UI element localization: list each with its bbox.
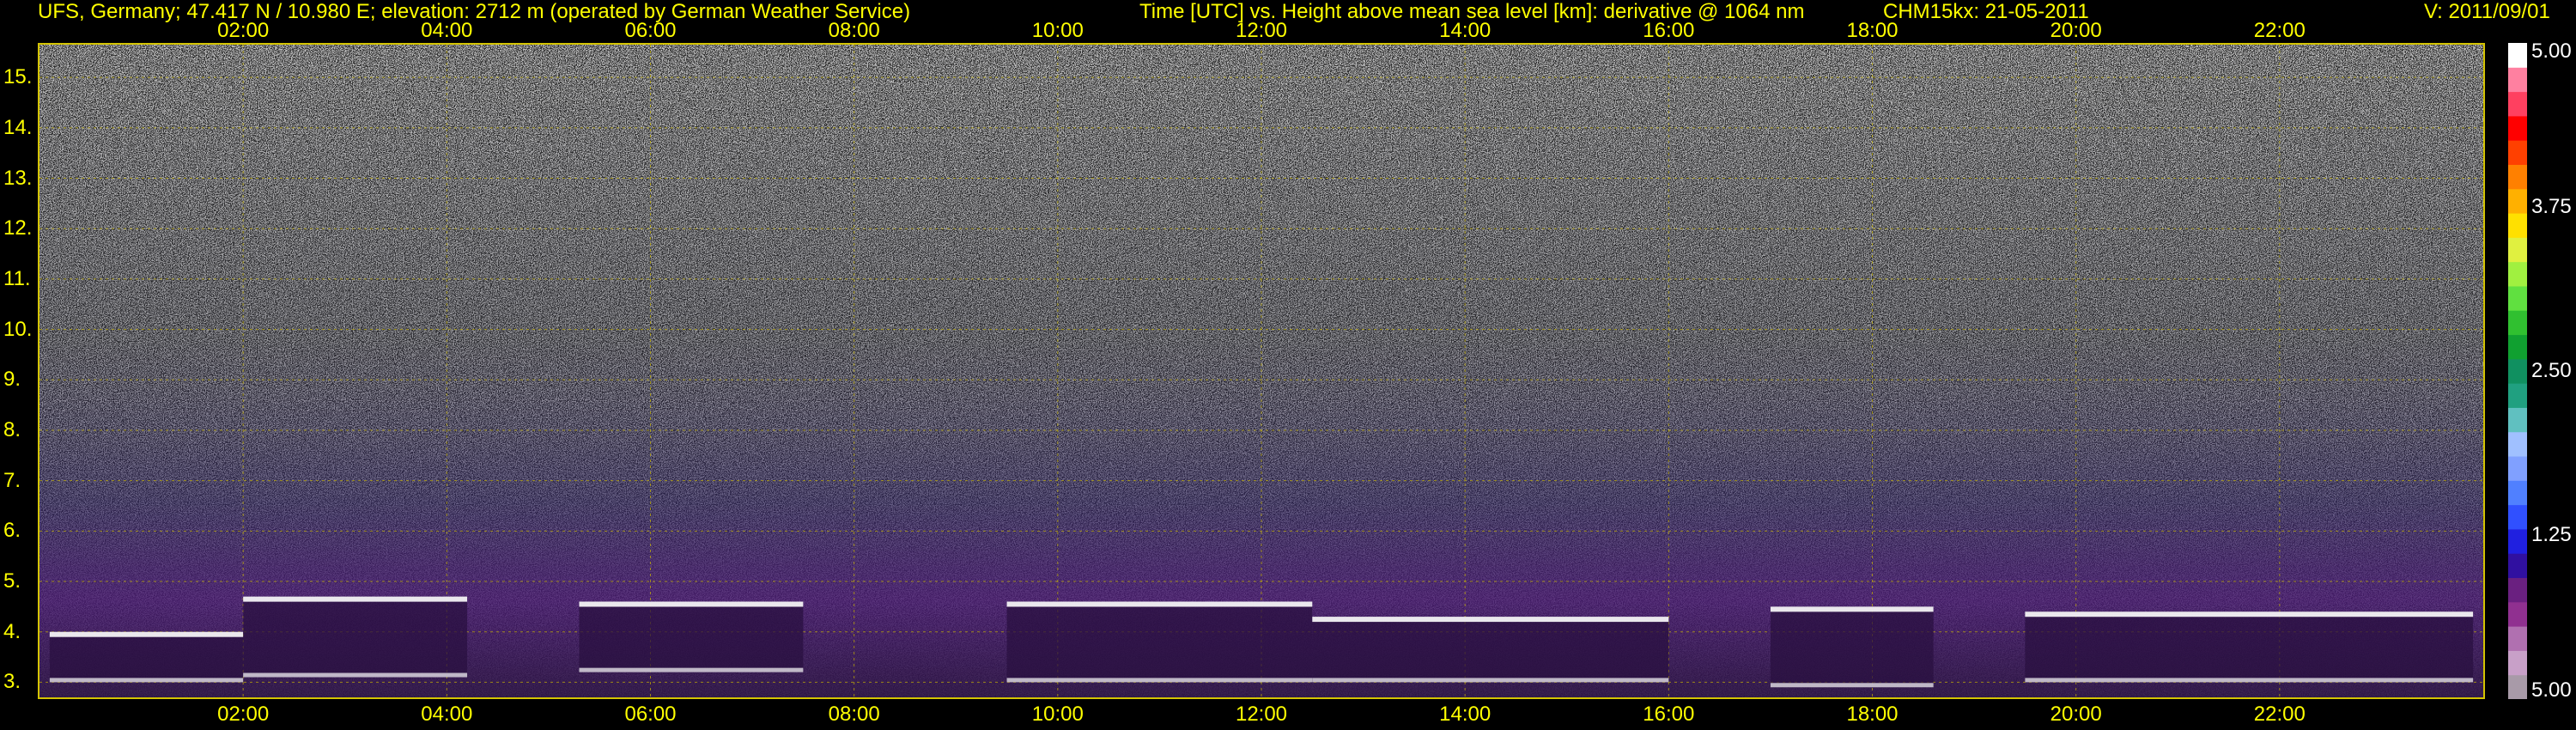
cloud-base-edge [1770,683,1934,688]
colorbar-segment [2508,140,2527,165]
x-tick-label-bottom: 02:00 [217,703,270,726]
cloud-top-edge [49,631,244,637]
x-tick-label-top: 10:00 [1031,19,1084,42]
cloud-layer [243,596,468,678]
y-tick-label: 8. [3,417,21,441]
colorbar-segment [2508,358,2527,384]
y-tick-label: 12. [3,216,33,240]
cloud-top-edge [243,596,468,602]
y-tick-label: 5. [3,569,21,593]
cloud-top-edge [1006,601,1313,607]
y-tick-label: 9. [3,368,21,392]
x-tick-label-top: 04:00 [421,19,473,42]
colorbar-segment [2508,601,2527,627]
colorbar-segment [2508,67,2527,93]
x-tick-label-top: 16:00 [1643,19,1695,42]
station-info: UFS, Germany; 47.417 N / 10.980 E; eleva… [38,0,911,23]
backscatter-plot [38,43,2485,699]
colorbar-segment [2508,115,2527,141]
colorbar-segment [2508,334,2527,360]
colorbar-segment [2508,504,2527,530]
version-label: V: 2011/09/01 [2424,0,2550,23]
colorbar-segment [2508,674,2527,699]
x-tick-label-top: 06:00 [624,19,677,42]
cloud-top-edge [2025,611,2474,617]
y-tick-label: 13. [3,166,33,190]
x-tick-label-bottom: 12:00 [1235,703,1288,726]
x-tick-label-top: 02:00 [217,19,270,42]
y-tick-label: 7. [3,468,21,492]
colorbar-segment [2508,188,2527,214]
cloud-base-edge [1312,678,1669,683]
colorbar [2508,43,2527,699]
colorbar-segment [2508,407,2527,433]
colorbar-label: 1.25 [2531,523,2572,546]
colorbar-segment [2508,237,2527,263]
x-tick-label-top: 20:00 [2050,19,2102,42]
y-tick-label: 14. [3,115,33,139]
colorbar-segment [2508,577,2527,603]
colorbar-segment [2508,91,2527,117]
cloud-layer [2025,611,2474,683]
x-tick-label-bottom: 16:00 [1643,703,1695,726]
y-tick-label: 15. [3,65,33,89]
cloud-base-edge [579,667,804,672]
cloud-layer [1312,617,1669,683]
colorbar-segment [2508,456,2527,481]
x-tick-label-bottom: 14:00 [1439,703,1492,726]
colorbar-segment [2508,431,2527,457]
x-tick-label-top: 14:00 [1439,19,1492,42]
cloud-top-edge [579,601,804,607]
x-tick-label-top: 18:00 [1846,19,1899,42]
cloud-layer [579,601,804,672]
colorbar-segment [2508,43,2527,68]
x-tick-label-top: 12:00 [1235,19,1288,42]
colorbar-label: 5.00 [2531,40,2572,63]
colorbar-segment [2508,285,2527,311]
colorbar-segment [2508,164,2527,190]
x-tick-label-bottom: 22:00 [2253,703,2306,726]
colorbar-segment [2508,528,2527,554]
x-tick-label-top: 22:00 [2253,19,2306,42]
cloud-base-edge [49,678,244,683]
y-tick-label: 10. [3,317,33,341]
y-tick-label: 6. [3,519,21,543]
cloud-top-edge [1312,617,1669,623]
plot-canvas [39,45,2483,697]
x-tick-label-bottom: 20:00 [2050,703,2102,726]
y-tick-label: 11. [3,266,31,290]
cloud-base-edge [2025,678,2474,683]
x-tick-label-bottom: 18:00 [1846,703,1899,726]
cloud-layer [49,631,244,683]
colorbar-segment [2508,383,2527,408]
colorbar-segment [2508,213,2527,238]
x-tick-label-top: 08:00 [828,19,880,42]
cloud-base-edge [1006,678,1313,683]
x-tick-label-bottom: 04:00 [421,703,473,726]
colorbar-segment [2508,310,2527,336]
colorbar-label: 3.75 [2531,195,2572,218]
y-tick-label: 4. [3,619,21,643]
y-tick-label: 3. [3,670,21,694]
colorbar-label: 2.50 [2531,359,2572,382]
x-tick-label-bottom: 08:00 [828,703,880,726]
colorbar-segment [2508,650,2527,676]
colorbar-label: 5.00 [2531,678,2572,702]
cloud-top-edge [1770,606,1934,612]
x-tick-label-bottom: 06:00 [624,703,677,726]
cloud-layer [1770,606,1934,688]
colorbar-segment [2508,553,2527,579]
colorbar-segment [2508,626,2527,651]
cloud-base-edge [243,672,468,678]
cloud-layer [1006,601,1313,683]
colorbar-segment [2508,261,2527,287]
x-tick-label-bottom: 10:00 [1031,703,1084,726]
colorbar-segment [2508,480,2527,506]
